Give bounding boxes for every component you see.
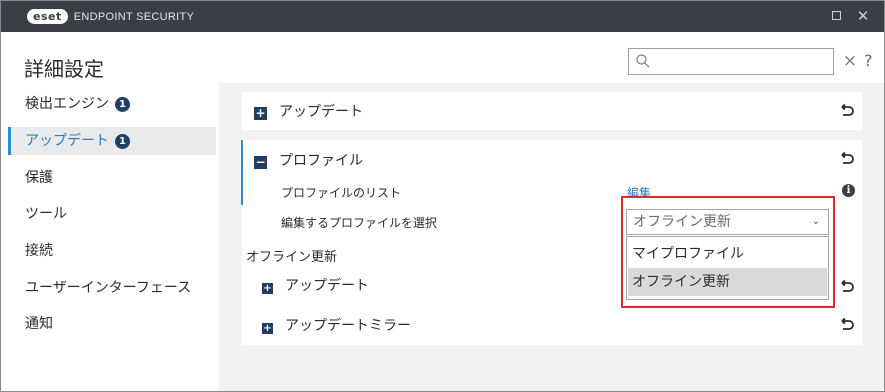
active-section-accent	[241, 140, 243, 205]
revert-icon[interactable]	[839, 317, 855, 333]
title-bar: eset ENDPOINT SECURITY ✕	[1, 1, 884, 32]
dropdown-option-my-profile[interactable]: マイプロファイル	[628, 240, 827, 268]
sidebar-item-label: 検出エンジン	[25, 96, 109, 112]
section-title: アップデート	[279, 104, 363, 120]
search-icon	[636, 54, 650, 68]
sidebar-item-label: 保護	[25, 170, 53, 186]
revert-icon[interactable]	[839, 103, 855, 119]
sidebar-item-user-interface[interactable]: ユーザーインターフェース	[8, 274, 216, 302]
sidebar-item-update[interactable]: アップデート 1	[8, 127, 216, 155]
clear-search-button[interactable]: ×	[841, 51, 859, 71]
search-input[interactable]	[628, 48, 834, 75]
sidebar-item-label: 通知	[25, 316, 53, 332]
sidebar-item-label: アップデート	[25, 133, 109, 149]
help-icon[interactable]: ?	[864, 51, 878, 71]
expand-icon: +	[262, 323, 273, 334]
expand-icon: +	[254, 106, 267, 120]
chevron-down-icon: ⌄	[811, 216, 820, 227]
maximize-button[interactable]	[827, 7, 845, 25]
update-section-header[interactable]: + アップデート	[254, 101, 363, 121]
revert-icon[interactable]	[839, 279, 855, 295]
section-title: プロファイル	[279, 153, 363, 169]
offline-update-label: オフライン更新	[246, 250, 338, 265]
select-profile-label: 編集するプロファイルを選択	[281, 216, 438, 230]
sidebar-item-connection[interactable]: 接続	[8, 237, 216, 265]
sidebar-item-label: ツール	[25, 206, 67, 222]
edit-profile-link[interactable]: 編集	[627, 184, 651, 201]
info-icon[interactable]: i	[842, 184, 855, 197]
sidebar-item-notifications[interactable]: 通知	[8, 310, 216, 338]
section-title: アップデートミラー	[285, 318, 411, 334]
logo-badge: eset	[27, 9, 68, 24]
close-button[interactable]: ✕	[854, 7, 872, 25]
section-title: アップデート	[285, 278, 369, 294]
sidebar-item-protection[interactable]: 保護	[8, 164, 216, 192]
profile-section-header[interactable]: − プロファイル	[254, 150, 363, 170]
app-title: ENDPOINT SECURITY	[73, 10, 195, 23]
profile-select[interactable]: オフライン更新 ⌄	[626, 209, 829, 235]
app-window: eset ENDPOINT SECURITY ✕ 詳細設定 × ? 検出エンジン…	[0, 0, 885, 392]
notification-badge: 1	[115, 97, 130, 112]
profile-list-label: プロファイルのリスト	[281, 186, 402, 200]
sidebar-item-label: ユーザーインターフェース	[25, 280, 192, 296]
notification-badge: 1	[115, 134, 130, 149]
sidebar-item-label: 接続	[25, 243, 53, 259]
page-title: 詳細設定	[24, 57, 104, 81]
revert-icon[interactable]	[839, 151, 855, 167]
collapse-icon: −	[254, 155, 267, 169]
eset-logo: eset ENDPOINT SECURITY	[27, 9, 194, 24]
dropdown-option-offline-update[interactable]: オフライン更新	[628, 268, 827, 296]
select-value: オフライン更新	[633, 214, 731, 230]
maximize-icon	[831, 11, 841, 20]
expand-icon: +	[262, 283, 273, 294]
sub-mirror-header[interactable]: + アップデートミラー	[262, 315, 411, 335]
profile-dropdown-list: マイプロファイル オフライン更新	[626, 236, 829, 300]
sidebar-item-detection-engine[interactable]: 検出エンジン 1	[8, 90, 216, 118]
sidebar-item-tools[interactable]: ツール	[8, 200, 216, 228]
sub-update-header[interactable]: + アップデート	[262, 275, 369, 295]
